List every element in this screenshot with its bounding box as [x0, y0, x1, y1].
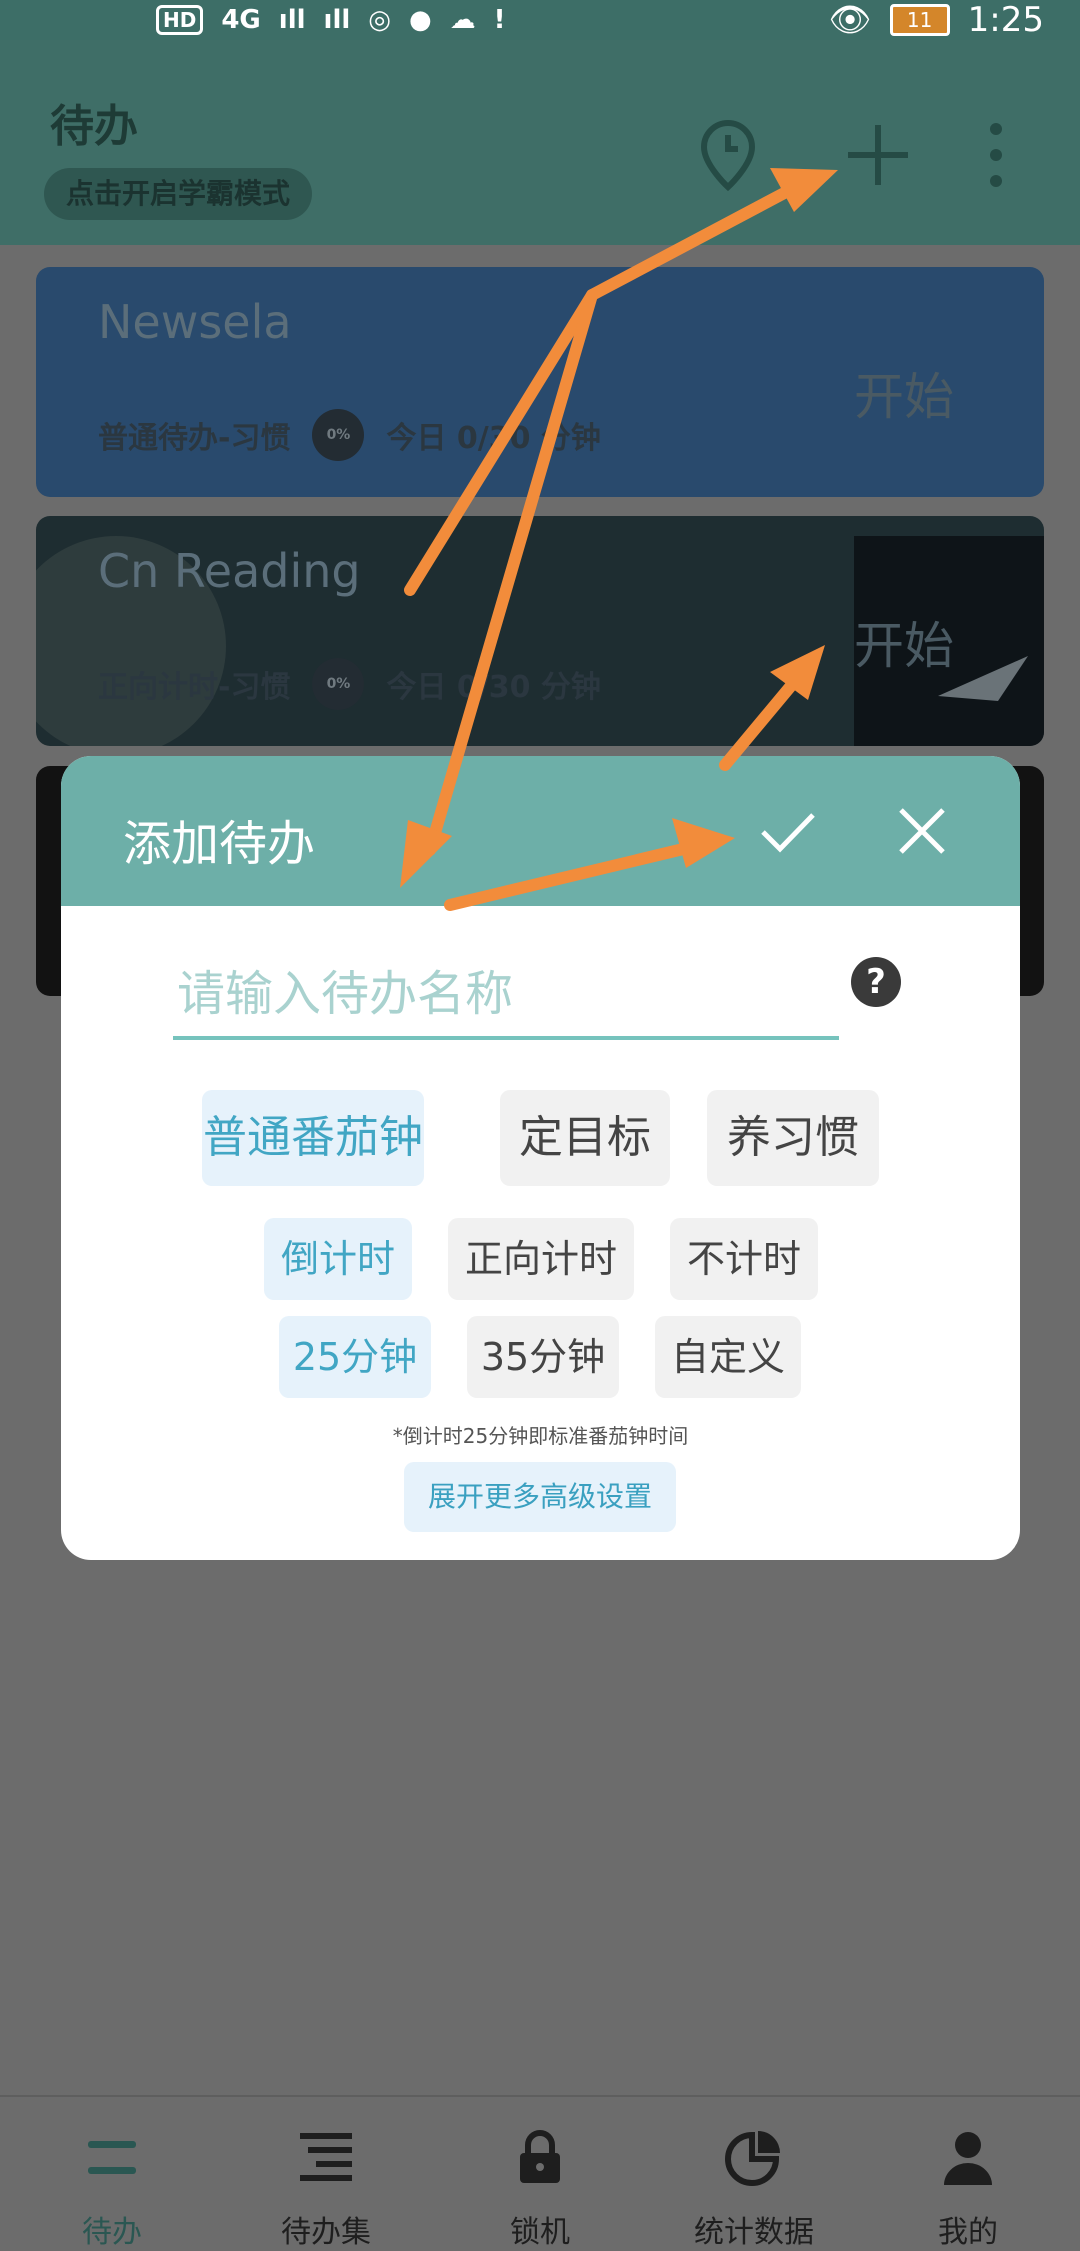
status-indicators: HD 4G ıll ıll ◎ ● ☁ !	[156, 0, 506, 40]
card-title: Cn Reading	[98, 544, 361, 598]
hd-badge: HD	[156, 5, 204, 35]
more-vert-icon[interactable]	[966, 115, 1026, 195]
check-icon[interactable]	[753, 796, 823, 866]
card-meta: 普通待办-习惯 0% 今日 0/30 分钟	[98, 409, 601, 461]
card-type: 普通待办-习惯	[98, 421, 291, 456]
add-todo-dialog: 添加待办 ? 普通番茄钟 定目标 养习惯 倒计时 正向计时 不计时 25分钟 3…	[61, 756, 1020, 1560]
paper-plane-icon	[938, 656, 1028, 701]
bottom-nav: 待办 待办集 锁机 统计数据 我的	[0, 2095, 1080, 2251]
nav-label: 我的	[938, 2215, 998, 2250]
signal-icon: ıll	[278, 5, 306, 35]
type-option-pomodoro[interactable]: 普通番茄钟	[202, 1090, 424, 1186]
pomodoro-hint: *倒计时25分钟即标准番茄钟时间	[392, 1424, 689, 1448]
card-title: Newsela	[98, 295, 292, 349]
todo-card-cn-reading[interactable]: Cn Reading 正向计时-习惯 0% 今日 0/30 分钟 开始	[36, 516, 1044, 746]
app-bar: 待办 点击开启学霸模式	[0, 40, 1080, 245]
eye-icon: 👁	[828, 0, 872, 40]
nav-tab-lock[interactable]: 锁机	[432, 2097, 648, 2251]
page-title: 待办	[50, 101, 138, 152]
wifi-icon: ◎	[368, 5, 391, 35]
timing-option-none[interactable]: 不计时	[670, 1218, 818, 1300]
nav-label: 锁机	[510, 2215, 570, 2250]
nav-tab-todo[interactable]: 待办	[4, 2097, 220, 2251]
lock-icon	[520, 2130, 560, 2183]
location-clock-icon[interactable]	[688, 115, 768, 195]
advanced-settings-button[interactable]: 展开更多高级设置	[404, 1462, 676, 1532]
duration-option-35[interactable]: 35分钟	[467, 1316, 619, 1398]
progress-badge: 0%	[312, 658, 365, 710]
timing-option-countdown[interactable]: 倒计时	[264, 1218, 412, 1300]
type-option-habit[interactable]: 养习惯	[707, 1090, 879, 1186]
status-bar: HD 4G ıll ıll ◎ ● ☁ ! 👁 11 1:25	[0, 0, 1080, 40]
type-option-goal[interactable]: 定目标	[500, 1090, 670, 1186]
progress-badge: 0%	[312, 409, 365, 461]
nav-label: 待办集	[281, 2215, 371, 2250]
globe-icon: ●	[408, 5, 432, 35]
todo-name-input[interactable]	[173, 952, 839, 1040]
study-mode-chip[interactable]: 点击开启学霸模式	[44, 168, 313, 220]
battery-icon: 11	[889, 4, 950, 36]
start-button[interactable]: 开始	[854, 357, 954, 429]
person-icon	[944, 2132, 992, 2185]
nav-tab-stats[interactable]: 统计数据	[646, 2097, 862, 2251]
todo-card-newsela[interactable]: Newsela 普通待办-习惯 0% 今日 0/30 分钟 开始	[36, 267, 1044, 497]
duration-option-25[interactable]: 25分钟	[279, 1316, 431, 1398]
alert-icon: !	[493, 5, 506, 35]
pie-chart-icon	[725, 2131, 780, 2186]
card-type: 正向计时-习惯	[98, 670, 291, 705]
duration-option-custom[interactable]: 自定义	[655, 1316, 801, 1398]
today-progress: 今日 0/30 分钟	[386, 421, 601, 456]
clock: 1:25	[967, 0, 1044, 40]
help-icon[interactable]: ?	[851, 957, 901, 1007]
today-progress: 今日 0/30 分钟	[386, 670, 601, 705]
status-right: 👁 11 1:25	[828, 0, 1044, 40]
list-icon	[88, 2141, 136, 2174]
nav-label: 统计数据	[694, 2215, 814, 2250]
dialog-header: 添加待办	[61, 756, 1020, 906]
nav-label: 待办	[82, 2215, 142, 2250]
timing-option-countup[interactable]: 正向计时	[448, 1218, 634, 1300]
nav-tab-profile[interactable]: 我的	[860, 2097, 1076, 2251]
cloud-icon: ☁	[449, 5, 476, 35]
network-label: 4G	[221, 5, 261, 35]
dialog-title: 添加待办	[123, 816, 316, 872]
add-icon[interactable]	[838, 115, 918, 195]
close-icon[interactable]	[887, 796, 957, 866]
signal-icon-2: ıll	[323, 5, 351, 35]
collection-icon	[300, 2133, 352, 2181]
card-meta: 正向计时-习惯 0% 今日 0/30 分钟	[98, 658, 601, 710]
nav-tab-collections[interactable]: 待办集	[218, 2097, 434, 2251]
